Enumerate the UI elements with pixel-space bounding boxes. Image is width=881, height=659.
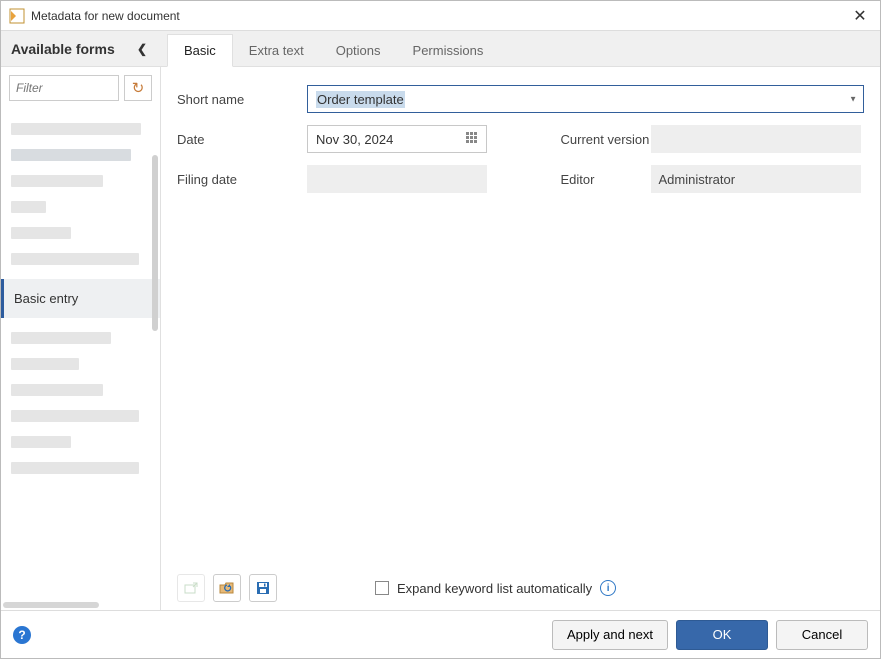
form-grid: Short name Order template ▼ Date Nov 30,… — [177, 85, 864, 193]
header-area: Available forms ❮ Basic Extra text Optio… — [1, 31, 880, 67]
dropdown-icon[interactable]: ▼ — [849, 95, 857, 104]
list-item[interactable] — [11, 175, 103, 187]
main-panel: Short name Order template ▼ Date Nov 30,… — [161, 67, 880, 610]
list-item[interactable] — [11, 410, 139, 422]
list-item[interactable] — [11, 384, 103, 396]
date-label: Date — [177, 132, 307, 147]
footer: ? Apply and next OK Cancel — [1, 610, 880, 658]
save-button[interactable] — [249, 574, 277, 602]
editor-label: Editor — [521, 172, 651, 187]
list-item[interactable] — [11, 253, 139, 265]
date-picker-icon[interactable] — [466, 132, 480, 146]
info-icon[interactable]: i — [600, 580, 616, 596]
titlebar: Metadata for new document ✕ — [1, 1, 880, 31]
help-icon[interactable]: ? — [13, 626, 31, 644]
folder-refresh-button[interactable] — [213, 574, 241, 602]
load-keywording-button — [177, 574, 205, 602]
list-item[interactable] — [11, 149, 131, 161]
expand-keyword-label: Expand keyword list automatically — [397, 581, 592, 596]
short-name-input[interactable]: Order template ▼ — [307, 85, 864, 113]
ok-button[interactable]: OK — [676, 620, 768, 650]
date-value: Nov 30, 2024 — [316, 132, 393, 147]
refresh-icon: ↻ — [132, 79, 145, 97]
list-item[interactable] — [11, 123, 141, 135]
date-input[interactable]: Nov 30, 2024 — [307, 125, 487, 153]
sidebar-h-scrollbar[interactable] — [3, 602, 99, 608]
apply-and-next-button[interactable]: Apply and next — [552, 620, 668, 650]
current-version-field — [651, 125, 861, 153]
list-item[interactable] — [11, 332, 111, 344]
expand-keyword-row: Expand keyword list automatically i — [375, 580, 616, 596]
short-name-label: Short name — [177, 92, 307, 107]
footer-buttons: Apply and next OK Cancel — [552, 620, 868, 650]
app-icon — [9, 8, 25, 24]
filter-reset-button[interactable]: ↻ — [124, 75, 152, 101]
list-item[interactable] — [11, 227, 71, 239]
filing-date-field — [307, 165, 487, 193]
tab-options[interactable]: Options — [320, 35, 397, 66]
dialog-title: Metadata for new document — [31, 9, 180, 23]
sidebar-scrollbar[interactable] — [152, 155, 158, 331]
body: ↻ Basic entry Shor — [1, 67, 880, 610]
cancel-button[interactable]: Cancel — [776, 620, 868, 650]
list-item[interactable] — [11, 436, 71, 448]
collapse-sidebar-button[interactable]: ❮ — [133, 38, 151, 60]
filter-input[interactable] — [9, 75, 119, 101]
sidebar-title: Available forms — [11, 41, 115, 57]
tab-bar: Basic Extra text Options Permissions — [161, 31, 499, 66]
filing-date-label: Filing date — [177, 172, 307, 187]
list-item[interactable] — [11, 358, 79, 370]
sidebar-header: Available forms ❮ — [1, 31, 161, 66]
editor-field: Administrator — [651, 165, 861, 193]
form-list[interactable]: Basic entry — [1, 109, 160, 602]
close-icon[interactable]: ✕ — [848, 4, 872, 28]
expand-keyword-checkbox[interactable] — [375, 581, 389, 595]
filter-row: ↻ — [1, 67, 160, 109]
list-item-selected[interactable]: Basic entry — [1, 279, 160, 318]
bottom-toolbar: Expand keyword list automatically i — [177, 566, 864, 610]
tab-extra-text[interactable]: Extra text — [233, 35, 320, 66]
current-version-label: Current version — [521, 132, 651, 147]
tab-permissions[interactable]: Permissions — [397, 35, 500, 66]
short-name-value: Order template — [316, 91, 405, 108]
list-item[interactable] — [11, 462, 139, 474]
tab-basic[interactable]: Basic — [167, 34, 233, 67]
sidebar: ↻ Basic entry — [1, 67, 161, 610]
list-item[interactable] — [11, 201, 46, 213]
